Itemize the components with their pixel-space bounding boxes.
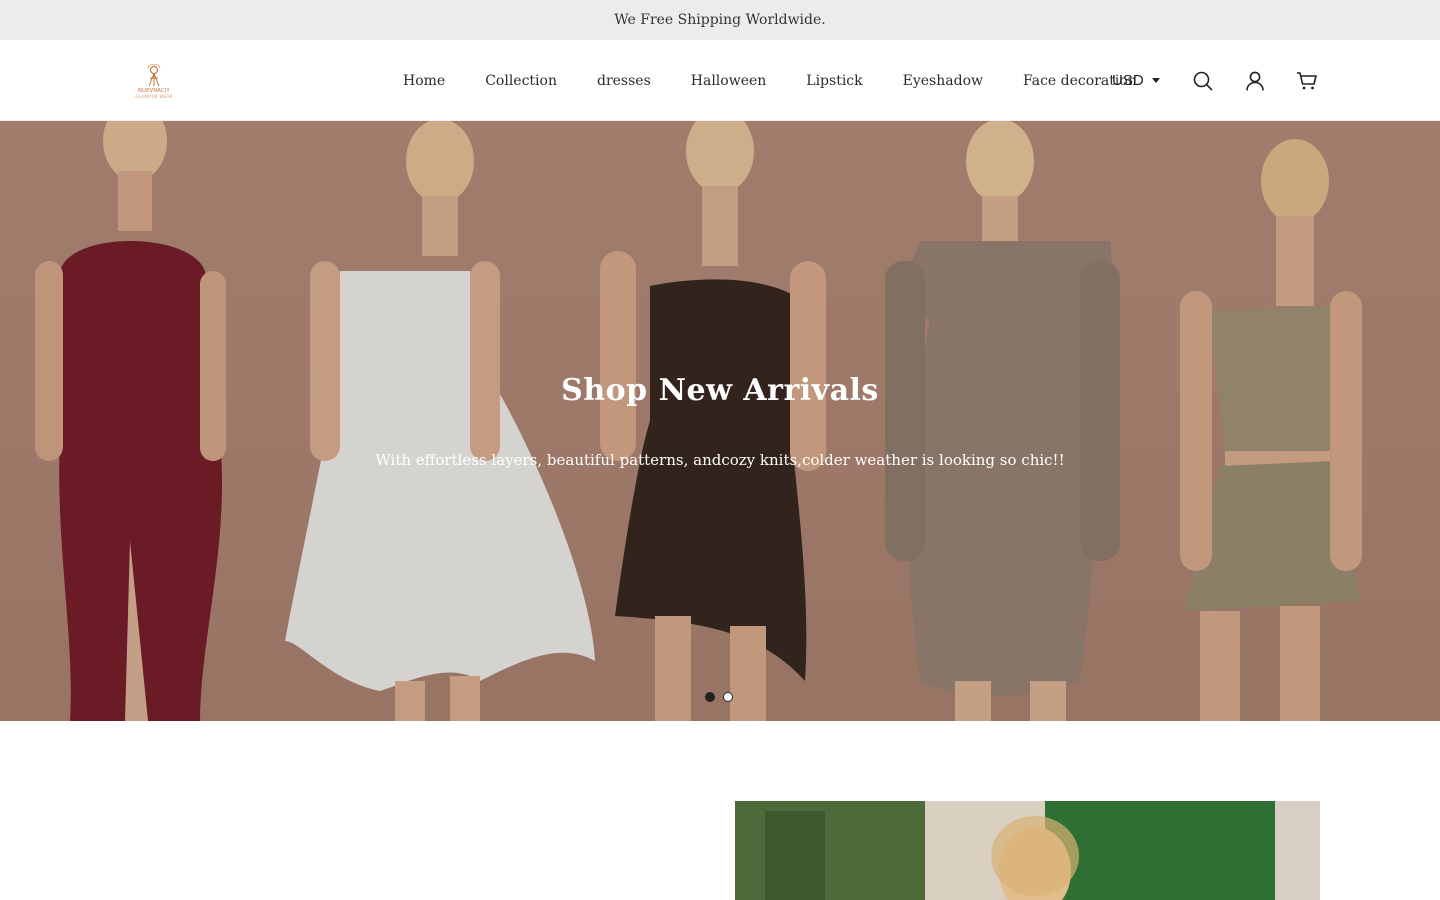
site-header: NUEVNACIY GLAMOUR WEAR Home Collection d… xyxy=(0,40,1440,121)
featured-photo xyxy=(735,801,1320,900)
nav-item-dresses[interactable]: dresses xyxy=(577,73,671,89)
main-nav: Home Collection dresses Halloween Lipsti… xyxy=(383,40,1157,121)
header-tools: USD xyxy=(1112,40,1318,121)
logo-mark-icon xyxy=(147,64,161,87)
currency-selector[interactable]: USD xyxy=(1112,72,1160,89)
announcement-bar: We Free Shipping Worldwide. xyxy=(0,0,1440,40)
currency-label: USD xyxy=(1112,72,1144,89)
logo-subtext: GLAMOUR WEAR xyxy=(135,94,173,99)
announcement-text: We Free Shipping Worldwide. xyxy=(614,12,826,28)
slideshow-dots xyxy=(705,692,733,702)
slide-dot-1[interactable] xyxy=(705,692,715,702)
caret-down-icon xyxy=(1151,78,1160,83)
slide-dot-2[interactable] xyxy=(723,692,733,702)
account-icon[interactable] xyxy=(1244,70,1266,92)
logo[interactable]: NUEVNACIY GLAMOUR WEAR xyxy=(132,60,176,104)
nav-item-collection[interactable]: Collection xyxy=(465,73,577,89)
nav-item-halloween[interactable]: Halloween xyxy=(671,73,787,89)
nav-item-home[interactable]: Home xyxy=(383,73,465,89)
cart-icon[interactable] xyxy=(1296,70,1318,92)
hero-banner[interactable]: Shop New Arrivals With effortless layers… xyxy=(0,121,1440,721)
hero-title: Shop New Arrivals xyxy=(561,373,879,408)
hero-overlay xyxy=(0,121,1440,721)
hero-subtitle: With effortless layers, beautiful patter… xyxy=(375,451,1065,469)
search-icon[interactable] xyxy=(1192,70,1214,92)
nav-item-lipstick[interactable]: Lipstick xyxy=(786,73,882,89)
featured-image xyxy=(735,801,1320,900)
nav-item-eyeshadow[interactable]: Eyeshadow xyxy=(883,73,1003,89)
